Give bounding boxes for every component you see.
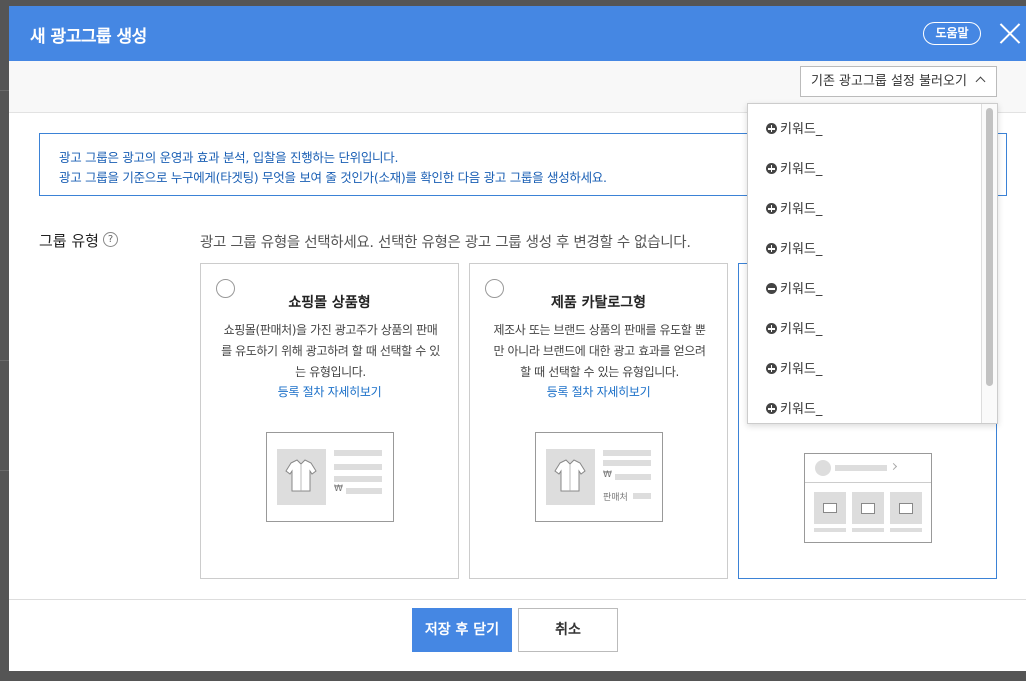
dropdown-item[interactable]: 키워드_ [766, 400, 822, 420]
text-placeholder [835, 465, 887, 471]
minus-circle-icon [766, 283, 777, 294]
group-type-card-shopping-mall[interactable]: 쇼핑몰 상품형 쇼핑몰(판매처)을 가진 광고주가 상품의 판매를 유도하기 위… [200, 263, 459, 579]
help-button[interactable]: 도움말 [923, 22, 981, 45]
price-placeholder [346, 488, 382, 494]
dropdown-item[interactable]: 키워드_ [766, 200, 822, 220]
shirt-icon [546, 449, 595, 505]
card-description: 쇼핑몰(판매처)을 가진 광고주가 상품의 판매를 유도하기 위해 광고하려 할… [221, 323, 440, 379]
group-type-description: 광고 그룹 유형을 선택하세요. 선택한 유형은 광고 그룹 생성 후 변경할 … [200, 235, 691, 251]
price-placeholder [615, 474, 651, 480]
plus-circle-icon [766, 123, 777, 134]
dropdown-item[interactable]: 키워드_ [766, 320, 822, 340]
text-placeholder [814, 528, 846, 532]
bag-icon [890, 492, 922, 524]
price-symbol: ₩ [334, 484, 343, 494]
cancel-button[interactable]: 취소 [518, 608, 618, 652]
load-settings-label: 기존 광고그룹 설정 불러오기 [811, 74, 967, 89]
text-placeholder [852, 528, 884, 532]
text-placeholder [334, 476, 382, 482]
text-placeholder [334, 450, 382, 456]
text-placeholder [603, 450, 651, 456]
seller-placeholder [633, 493, 651, 499]
plus-circle-icon [766, 163, 777, 174]
divider [805, 482, 931, 483]
dropdown-item[interactable]: 키워드_ [766, 120, 822, 140]
chevron-up-icon [975, 76, 986, 87]
settings-dropdown-menu: 키워드_ 키워드_ 키워드_ 키워드_ 키워드_ 키워드_ 키워드_ 키워드_ [747, 103, 998, 424]
shirt-icon [277, 449, 326, 505]
seller-label: 판매처 [603, 493, 628, 503]
card-description: 제조사 또는 브랜드 상품의 판매를 유도할 뿐만 아니라 브랜드에 대한 광고… [493, 323, 706, 379]
bag-icon [852, 492, 884, 524]
store-illustration [804, 453, 932, 543]
close-icon[interactable] [997, 20, 1023, 46]
group-type-card-product-catalog[interactable]: 제품 카탈로그형 제조사 또는 브랜드 상품의 판매를 유도할 뿐만 아니라 브… [469, 263, 728, 579]
card-title: 쇼핑몰 상품형 [288, 295, 371, 311]
load-existing-settings-dropdown[interactable]: 기존 광고그룹 설정 불러오기 [800, 66, 997, 97]
card-title: 제품 카탈로그형 [550, 295, 647, 311]
dropdown-item[interactable]: 키워드_ [766, 240, 822, 260]
plus-circle-icon [766, 243, 777, 254]
save-and-close-button[interactable]: 저장 후 닫기 [412, 608, 512, 652]
catalog-illustration: ₩ 판매처 [535, 432, 663, 522]
question-icon[interactable]: ? [103, 232, 118, 247]
dropdown-item[interactable]: 키워드_ [766, 160, 822, 180]
dropdown-item[interactable]: 키워드_ [766, 280, 822, 300]
group-type-label: 그룹 유형 [39, 232, 99, 250]
product-illustration: ₩ [266, 432, 394, 522]
registration-details-link[interactable]: 등록 절차 자세히보기 [201, 383, 458, 400]
modal-title: 새 광고그룹 생성 [30, 27, 147, 47]
plus-circle-icon [766, 323, 777, 334]
plus-circle-icon [766, 363, 777, 374]
text-placeholder [334, 464, 382, 470]
text-placeholder [603, 460, 651, 466]
dropdown-item[interactable]: 키워드_ [766, 360, 822, 380]
briefcase-icon [814, 492, 846, 524]
text-placeholder [890, 528, 922, 532]
price-symbol: ₩ [603, 470, 612, 480]
dropdown-scrollbar[interactable] [981, 104, 997, 423]
avatar-placeholder [815, 460, 831, 476]
modal-header: 새 광고그룹 생성 도움말 [9, 6, 1026, 61]
chevron-right-icon [889, 462, 898, 471]
plus-circle-icon [766, 403, 777, 414]
plus-circle-icon [766, 203, 777, 214]
registration-details-link[interactable]: 등록 절차 자세히보기 [470, 383, 727, 400]
scrollbar-thumb[interactable] [986, 108, 993, 386]
